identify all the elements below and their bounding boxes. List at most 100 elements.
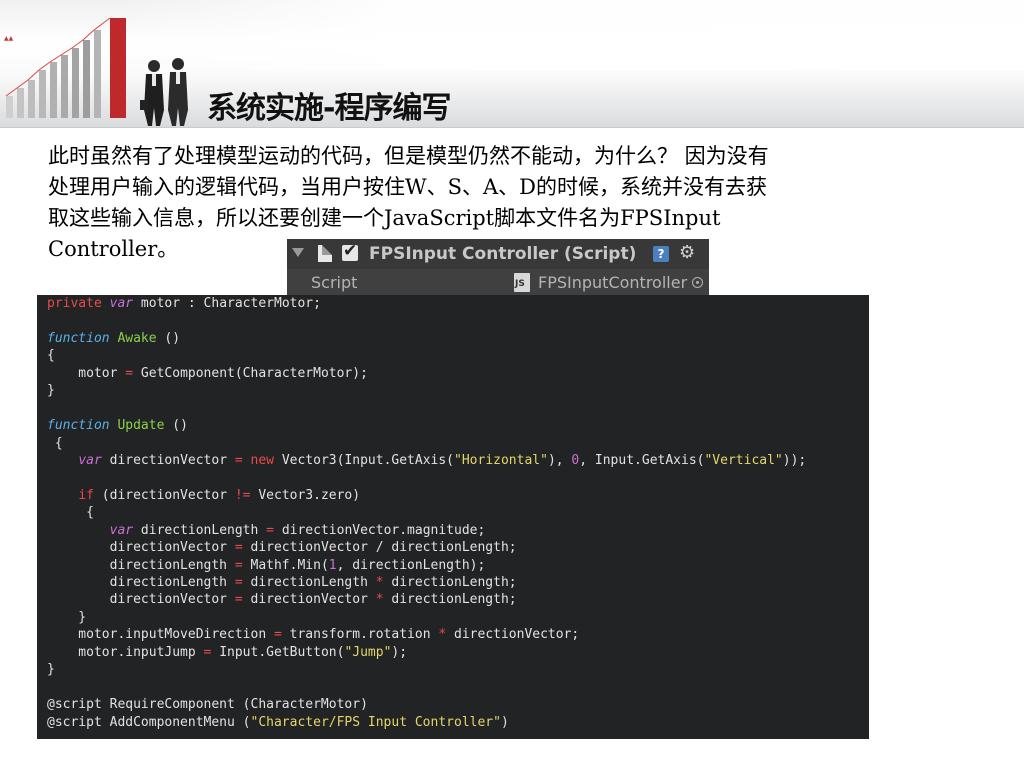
code-token: function [47,418,110,434]
code-line: } [37,609,869,626]
code-token: motor.inputMoveDirection [47,627,274,643]
slide-title: 系统实施-程序编写 [207,91,451,126]
code-token: directionLength; [383,575,517,590]
business-growth-illustration: ▲▲ [4,17,188,126]
code-token: var [78,452,102,468]
foldout-arrow-icon[interactable] [292,248,304,257]
code-line: @script RequireComponent (CharacterMotor… [37,696,869,713]
code-token: directionVector / directionLength; [242,540,517,556]
code-token: "Jump" [344,644,392,660]
code-editor-panel: private var motor : CharacterMotor; funct… [37,295,869,739]
code-token: transform.rotation [281,627,439,643]
code-token: directionVector [101,452,235,468]
code-line: private var motor : CharacterMotor; [37,295,869,312]
code-token: } [47,609,87,625]
code-token: motor : CharacterMotor; [133,296,321,311]
code-token: != [234,487,251,503]
code-token: Vector3(Input.GetAxis( [274,452,455,468]
help-icon[interactable]: ? [653,246,669,262]
code-token: () [164,418,188,434]
businessmen-figures [140,58,188,126]
code-token: Mathf.Min( [242,557,329,573]
code-token: directionLength [47,557,235,573]
code-token: ), [547,452,572,468]
unity-inspector-component: FPSInput Controller (Script) ? ⚙ Script … [287,239,709,296]
code-line: directionVector = directionVector * dire… [37,591,869,608]
code-token: motor.inputJump [47,644,204,660]
code-line: directionVector = directionVector / dire… [37,539,869,556]
code-line: motor.inputMoveDirection = transform.rot… [37,626,869,643]
code-token: directionVector [47,592,235,608]
code-token: ) [500,714,509,730]
code-line: if (directionVector != Vector3.zero) [37,487,869,504]
code-token: * [375,575,384,590]
code-token: directionLength; [383,592,517,608]
code-token: motor [47,365,126,381]
code-token: } [47,662,55,678]
code-token: var [109,522,134,538]
code-token: directionLength [133,522,267,538]
code-line: function Update () [37,417,869,434]
code-line: { [37,347,869,364]
code-line: } [37,661,869,678]
code-token: , directionLength); [336,557,486,573]
code-token: var [109,296,134,311]
code-token: = [234,540,243,556]
code-token: Vector3.zero) [250,487,361,503]
component-header: FPSInput Controller (Script) ? ⚙ [287,239,709,269]
code-token: "Vertical" [704,452,783,468]
code-token: * [375,592,384,608]
paragraph-line: 处理用户输入的逻辑代码，当用户按住W、S、A、D的时候，系统并没有去获 [48,175,767,199]
code-token: () [156,330,181,346]
code-token: Awake [117,330,157,346]
gear-icon[interactable]: ⚙ [679,242,695,263]
code-token: GetComponent(CharacterMotor); [133,365,368,381]
script-field-value[interactable]: FPSInputController [538,273,688,292]
code-line: var directionLength = directionVector.ma… [37,522,869,539]
code-token: = [234,452,243,468]
code-token: "Character/FPS Input Controller" [250,714,501,730]
paragraph-line: 此时虽然有了处理模型运动的代码，但是模型仍然不能动，为什么？ 因为没有 [48,144,769,168]
code-line: function Awake () [37,330,869,347]
code-token: ); [391,644,408,660]
code-token: Input.GetButton( [211,644,345,660]
code-line: } [37,382,869,399]
banner-highlight [120,0,1024,70]
code-token: Update [117,418,165,434]
script-field-row: Script FPSInputController [287,269,709,296]
code-token: { [47,348,55,364]
code-line: { [37,504,869,521]
object-picker-icon[interactable] [692,277,703,288]
code-token: directionLength [47,575,235,590]
code-token: = [234,592,243,608]
script-file-icon [318,245,332,262]
code-line: directionLength = directionLength * dire… [37,574,869,591]
code-token: directionVector.magnitude; [274,522,486,538]
code-token: private [47,296,102,311]
code-token: { [47,505,94,521]
code-token: directionVector; [446,627,580,643]
bar-chart-graphic: ▲▲ [4,17,126,118]
javascript-file-icon [514,273,530,292]
code-line: directionLength = Mathf.Min(1, direction… [37,557,869,574]
code-token: = [266,522,274,538]
component-enabled-checkbox[interactable] [342,241,358,261]
code-token: directionVector [47,540,235,556]
code-line: { [37,435,869,452]
code-token: = [234,575,243,590]
code-token: "Horizontal" [454,452,548,468]
code-token: directionVector [242,592,376,608]
code-token: = [234,557,243,573]
code-token: , Input.GetAxis( [579,452,705,468]
code-token: { [47,435,63,451]
component-title: FPSInput Controller (Script) [369,244,637,264]
code-token: (directionVector [93,487,235,503]
svg-text:▲▲: ▲▲ [4,35,14,42]
code-token: 1 [328,557,337,573]
